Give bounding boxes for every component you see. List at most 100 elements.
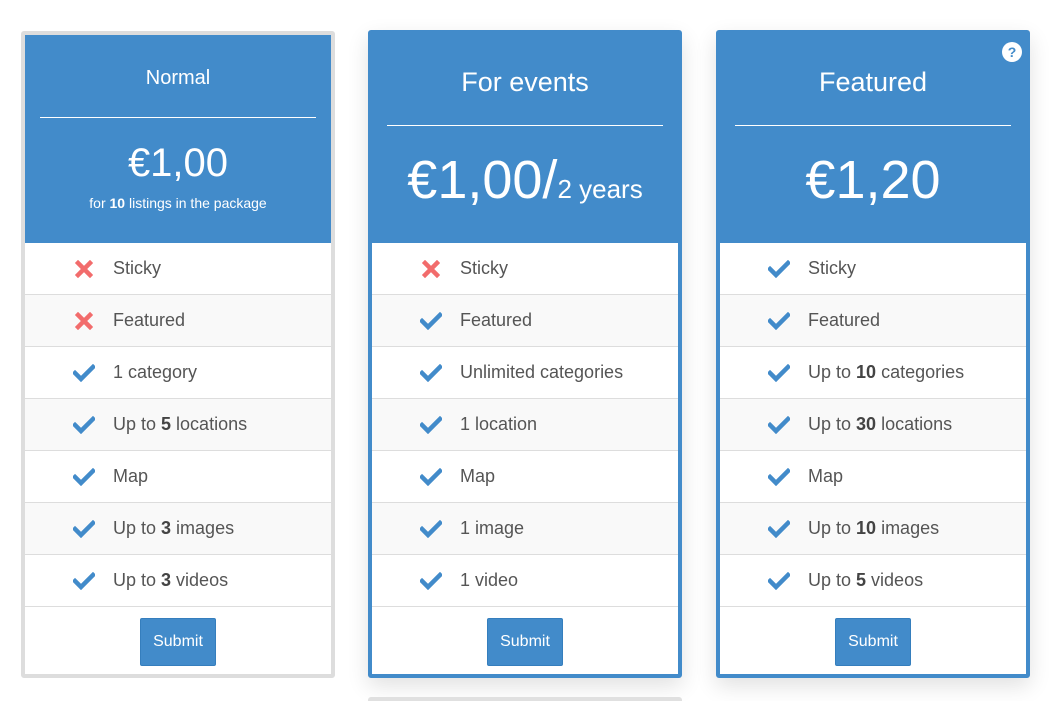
feature-prefix: Up to [113, 414, 162, 434]
feature-suffix: categories [876, 362, 965, 382]
submit-button[interactable]: Submit [835, 618, 911, 666]
check-icon [420, 466, 442, 488]
feature-count: 30 [856, 414, 877, 434]
feature-label: Up to 5 videos [808, 570, 923, 591]
check-icon [73, 570, 95, 592]
cross-icon [420, 258, 442, 280]
price-amount: €1,00/ [407, 150, 558, 210]
check-icon [73, 414, 95, 436]
plan-header: Normal €1,00 for 10 listings in the pack… [25, 35, 331, 243]
feature-label: Sticky [460, 258, 509, 278]
feature-list: Sticky Featured Unlimited categories 1 loca… [372, 243, 678, 607]
plan-header: For events €1,00/2 years [372, 34, 678, 243]
feature-suffix: images [171, 518, 235, 538]
feature-row: Featured [372, 295, 678, 347]
plan-price: €1,00 [127, 141, 229, 185]
feature-suffix: locations [171, 414, 248, 434]
feature-suffix: locations [876, 414, 953, 434]
feature-row: 1 video [372, 555, 678, 607]
feature-label: 1 image [460, 518, 525, 538]
feature-row: Unlimited categories [372, 347, 678, 399]
plan-title: For events [461, 67, 589, 97]
price-unit: 2 years [557, 174, 643, 204]
feature-label: Up to 30 locations [808, 414, 952, 435]
check-icon [73, 518, 95, 540]
feature-count: 10 [856, 362, 877, 382]
feature-row: Up to 10 categories [720, 347, 1026, 399]
feature-label: Up to 10 categories [808, 362, 964, 383]
feature-row: Up to 10 images [720, 503, 1026, 555]
feature-count: 3 [161, 570, 172, 590]
check-icon [420, 310, 442, 332]
note-suffix: listings in the package [125, 195, 267, 211]
feature-suffix: images [876, 518, 940, 538]
feature-row: Map [720, 451, 1026, 503]
feature-suffix: videos [866, 570, 924, 590]
check-icon [73, 362, 95, 384]
cross-icon [73, 310, 95, 332]
plan-footer: Submit [25, 607, 331, 677]
feature-count: 5 [161, 414, 172, 434]
feature-row: Map [25, 451, 331, 503]
feature-prefix: Up to [808, 518, 857, 538]
plan-title: Normal [145, 67, 211, 89]
check-icon [420, 414, 442, 436]
check-icon [420, 362, 442, 384]
check-icon [768, 570, 790, 592]
plan-note: for 10 listings in the package [25, 195, 331, 211]
feature-label: Unlimited categories [460, 362, 624, 382]
feature-label: Up to 3 videos [113, 570, 228, 591]
feature-count: 3 [161, 518, 172, 538]
feature-label: 1 location [460, 414, 538, 434]
feature-row: 1 category [25, 347, 331, 399]
feature-label: Featured [808, 310, 881, 330]
plan-footer: Submit [372, 607, 678, 677]
plan-price: €1,00/2 years [372, 149, 678, 211]
feature-list: Sticky Featured 1 category Up to 5 location… [25, 243, 331, 607]
feature-prefix: Up to [808, 362, 857, 382]
plan-footer: Submit [720, 607, 1026, 677]
divider [387, 125, 663, 126]
feature-label: Map [113, 466, 149, 486]
feature-label: Map [808, 466, 844, 486]
feature-prefix: Up to [808, 570, 857, 590]
svg-text:?: ? [1008, 44, 1017, 60]
feature-row: Sticky [25, 243, 331, 295]
feature-prefix: Up to [808, 414, 857, 434]
feature-row: Sticky [720, 243, 1026, 295]
submit-button[interactable]: Submit [487, 618, 563, 666]
divider [40, 117, 316, 118]
feature-row: Up to 5 locations [25, 399, 331, 451]
feature-row: Up to 30 locations [720, 399, 1026, 451]
check-icon [420, 518, 442, 540]
feature-label: Map [460, 466, 496, 486]
feature-label: Sticky [113, 258, 162, 278]
submit-button[interactable]: Submit [140, 618, 216, 666]
note-count: 10 [109, 195, 126, 211]
check-icon [420, 570, 442, 592]
plan-title: Featured [818, 67, 928, 97]
check-icon [768, 258, 790, 280]
feature-list: Sticky Featured Up to 10 categories Up to 3… [720, 243, 1026, 607]
feature-row: Sticky [372, 243, 678, 295]
next-card-edge [368, 697, 682, 701]
check-icon [768, 310, 790, 332]
feature-label: Up to 5 locations [113, 414, 247, 435]
plan-header: ? Featured €1,20 [720, 34, 1026, 243]
check-icon [73, 466, 95, 488]
plan-card-featured: ? Featured €1,20 Sticky Featured Up to 10 … [716, 30, 1030, 678]
check-icon [768, 518, 790, 540]
question-circle-icon[interactable]: ? [1002, 42, 1022, 62]
feature-row: 1 image [372, 503, 678, 555]
feature-label: 1 video [460, 570, 519, 590]
feature-prefix: Up to [113, 570, 162, 590]
check-icon [768, 414, 790, 436]
feature-label: Sticky [808, 258, 857, 278]
feature-count: 10 [856, 518, 877, 538]
feature-label: Up to 3 images [113, 518, 234, 539]
feature-row: Up to 3 videos [25, 555, 331, 607]
plan-price: €1,20 [805, 150, 941, 210]
check-icon [768, 362, 790, 384]
feature-row: Map [372, 451, 678, 503]
check-icon [768, 466, 790, 488]
